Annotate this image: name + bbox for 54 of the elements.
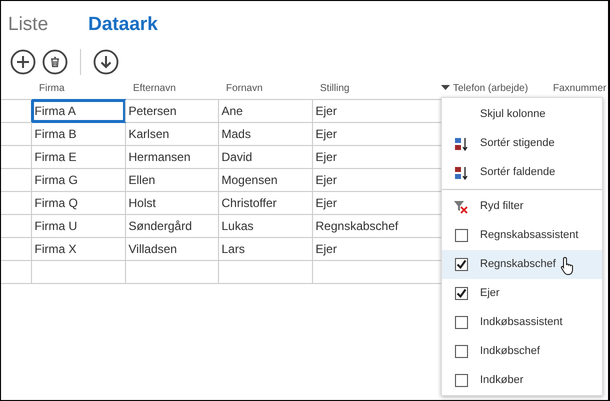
tab[interactable]: Dataark <box>88 4 158 47</box>
checkbox[interactable] <box>454 229 468 242</box>
checkbox[interactable] <box>454 374 468 387</box>
column-header[interactable]: Stilling <box>320 80 350 96</box>
table-cell[interactable]: Holst <box>125 192 218 214</box>
table-cell[interactable]: Hermansen <box>125 146 218 168</box>
tab[interactable]: Liste <box>8 4 48 47</box>
menu-item[interactable]: Regnskabsassistent <box>442 221 602 250</box>
column-header[interactable]: Efternavn <box>133 80 176 96</box>
table-cell[interactable]: Christoffer <box>218 192 312 214</box>
menu-item[interactable]: Ryd filter <box>442 192 602 221</box>
sort-ascending-icon <box>454 136 468 150</box>
menu-item[interactable]: Sortér faldende <box>442 158 602 187</box>
sort-descending-icon <box>454 166 468 180</box>
hand-cursor-icon <box>560 256 576 276</box>
checkbox[interactable] <box>454 345 468 358</box>
clear-filter-icon <box>454 200 468 214</box>
checkbox[interactable] <box>454 316 468 329</box>
table-cell[interactable]: Firma X <box>31 238 125 260</box>
column-header[interactable]: Telefon (arbejde) <box>453 80 528 96</box>
table-cell[interactable]: Firma G <box>31 168 125 192</box>
table-cell[interactable]: Ane <box>218 100 312 122</box>
column-header[interactable]: Firma <box>39 80 65 96</box>
menu-item[interactable]: Indkøber <box>442 366 602 395</box>
table-cell[interactable]: Firma U <box>31 214 125 238</box>
table-cell[interactable]: Firma A <box>31 100 125 122</box>
delete-icon[interactable] <box>42 49 68 75</box>
table-cell[interactable]: Lukas <box>218 214 312 238</box>
column-header[interactable]: Fornavn <box>226 80 263 96</box>
table-cell[interactable]: Ejer <box>312 100 441 122</box>
table-cell[interactable]: Petersen <box>125 100 218 122</box>
column-header[interactable]: Faxnummer <box>553 80 606 96</box>
checkbox[interactable] <box>454 287 468 300</box>
menu-item[interactable]: Ejer <box>442 279 602 308</box>
table-cell[interactable]: Mads <box>218 122 312 146</box>
table-cell[interactable]: Mogensen <box>218 168 312 192</box>
table-cell[interactable]: Villadsen <box>125 238 218 260</box>
download-icon[interactable] <box>93 49 119 75</box>
table-cell[interactable]: Firma E <box>31 146 125 168</box>
add-icon[interactable] <box>10 49 36 75</box>
table-cell[interactable]: Firma B <box>31 122 125 146</box>
table-cell[interactable]: Lars <box>218 238 312 260</box>
menu-item[interactable]: Regnskabschef <box>442 250 602 279</box>
table-cell[interactable]: Karlsen <box>125 122 218 146</box>
table-cell[interactable]: Ellen <box>125 168 218 192</box>
menu-item[interactable]: Indkøbschef <box>442 337 602 366</box>
table-cell[interactable]: Firma Q <box>31 192 125 214</box>
table-cell[interactable]: Søndergård <box>125 214 218 238</box>
checkbox[interactable] <box>454 258 468 271</box>
dropdown-caret-icon[interactable] <box>441 85 450 91</box>
menu-item[interactable]: Sortér stigende <box>442 129 602 158</box>
table-cell[interactable]: David <box>218 146 312 168</box>
menu-item[interactable]: Indkøbsassistent <box>442 308 602 337</box>
menu-item[interactable]: Skjul kolonne <box>442 100 602 129</box>
